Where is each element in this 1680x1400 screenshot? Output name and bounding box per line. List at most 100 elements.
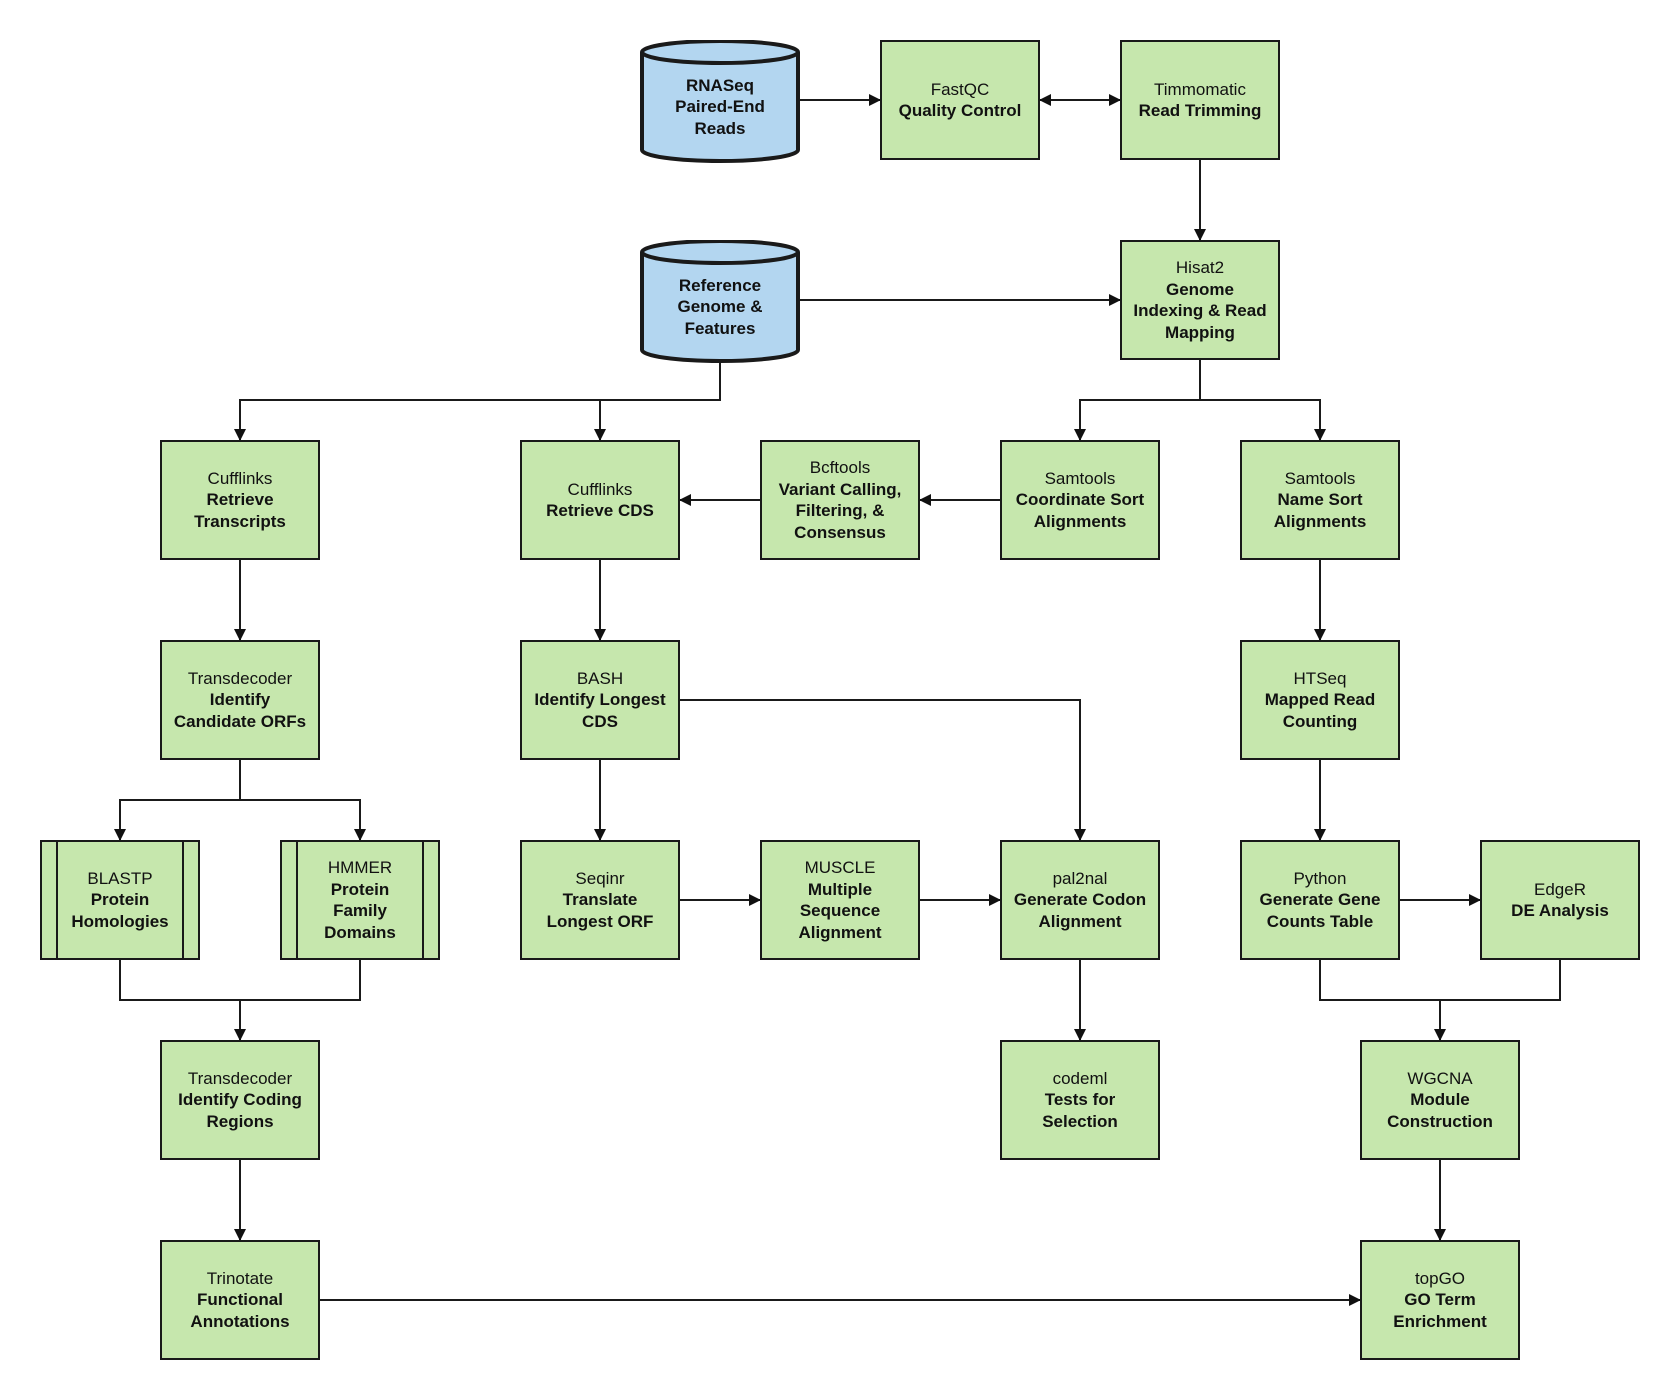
tool-name: FastQC [930,79,990,99]
task-description: Protein [90,890,150,910]
connector-blastp-to-transdecoder-coding [119,960,246,1041]
connector-transdecoder-orfs-to-hmmer [240,799,366,841]
seqinr-translate-node[interactable]: Seqinr Translate Longest ORF [520,840,680,960]
task-description: Annotations [190,1311,290,1331]
tool-name: Timmomatic [1154,79,1246,99]
task-description: Transcripts [194,511,286,531]
task-description: Name Sort [1277,490,1363,510]
task-description: Identify Longest [534,690,666,710]
task-description: Generate Gene [1259,890,1381,910]
task-description: Construction [1387,1111,1493,1131]
htseq-read-counting-node[interactable]: HTSeq Mapped Read Counting [1240,640,1400,760]
muscle-alignment-node[interactable]: MUSCLE Multiple Sequence Alignment [760,840,920,960]
cufflinks-retrieve-cds-node[interactable]: Cufflinks Retrieve CDS [520,440,680,560]
samtools-name-sort-node[interactable]: Samtools Name Sort Alignments [1240,440,1400,560]
codeml-selection-tests-node[interactable]: codeml Tests for Selection [1000,1040,1160,1160]
trinotate-functional-annotations-node[interactable]: Trinotate Functional Annotations [160,1240,320,1360]
trimmomatic-read-trimming-node[interactable]: Timmomatic Read Trimming [1120,40,1280,160]
database-label-line: RNASeq [685,75,754,95]
wgcna-module-construction-node[interactable]: WGCNA Module Construction [1360,1040,1520,1160]
tool-name: HMMER [327,858,393,877]
task-description: Domains [324,922,396,942]
tool-name: Cufflinks [567,479,633,499]
task-description: Translate [562,890,638,910]
task-description: Mapping [1165,322,1235,342]
task-description: Counting [1282,711,1358,731]
task-description: Variant Calling, [778,479,902,499]
tool-name: Seqinr [575,868,625,888]
tool-name: MUSCLE [804,858,876,877]
database-label-line: Reads [694,118,746,138]
transdecoder-candidate-orfs-node[interactable]: Transdecoder Identify Candidate ORFs [160,640,320,760]
task-description: Longest ORF [546,911,654,931]
samtools-coordinate-sort-node[interactable]: Samtools Coordinate Sort Alignments [1000,440,1160,560]
bcftools-variant-calling-node[interactable]: Bcftools Variant Calling, Filtering, & Cons… [760,440,920,560]
tool-name: Hisat2 [1175,258,1225,277]
tool-name: Bcftools [809,458,871,477]
task-description: Family [333,901,387,920]
task-description: Indexing & Read [1133,301,1267,320]
task-description: Retrieve [206,490,274,510]
rnaseq-reads-database[interactable]: RNASeq Paired-End Reads [640,40,800,164]
connector-hisat2-to-samtools-coord [1074,360,1201,441]
tool-name: BLASTP [87,868,153,888]
database-label: Reference Genome & Features [677,265,762,340]
task-description: Functional [197,1290,283,1310]
hisat2-mapping-node[interactable]: Hisat2 Genome Indexing & Read Mapping [1120,240,1280,360]
database-label-line: Reference [678,275,762,295]
task-description: Multiple [807,879,873,899]
transdecoder-coding-regions-node[interactable]: Transdecoder Identify Coding Regions [160,1040,320,1160]
pal2nal-codon-alignment-node[interactable]: pal2nal Generate Codon Alignment [1000,840,1160,960]
task-description: CDS [582,711,618,731]
tool-name: pal2nal [1052,868,1108,888]
task-description: Regions [206,1111,274,1131]
connector-bash-to-pal2nal [680,699,1086,841]
topgo-go-enrichment-node[interactable]: topGO GO Term Enrichment [1360,1240,1520,1360]
cufflinks-retrieve-transcripts-node[interactable]: Cufflinks Retrieve Transcripts [160,440,320,560]
connector-hisat2-to-samtools-name [1200,399,1326,441]
tool-name: WGCNA [1407,1068,1473,1088]
edger-de-analysis-node[interactable]: EdgeR DE Analysis [1480,840,1640,960]
database-label-line: Features [684,318,756,338]
task-description: Coordinate Sort [1015,490,1145,510]
task-description: Alignments [1273,511,1367,531]
database-label: RNASeq Paired-End Reads [675,65,765,140]
task-description: Module [1410,1090,1470,1110]
connector-edger-to-wgcna [1440,960,1561,1001]
connector-transdecoder-orfs-to-blastp [114,760,241,841]
connector-reference-to-cufflinks-transcripts [234,362,721,441]
task-description: Retrieve CDS [546,501,654,520]
task-description: Alignment [798,922,882,942]
hmmer-protein-domains-node[interactable]: HMMER Protein Family Domains [280,840,440,960]
reference-genome-database[interactable]: Reference Genome & Features [640,240,800,364]
tool-name: Python [1293,868,1347,888]
task-description: Mapped Read [1264,690,1376,710]
python-gene-counts-node[interactable]: Python Generate Gene Counts Table [1240,840,1400,960]
database-label-line: Genome & [677,297,763,317]
task-description: Filtering, & [795,501,885,520]
task-description: Quality Control [898,101,1022,120]
task-description: Counts Table [1266,911,1374,931]
task-description: Genome [1165,279,1235,299]
fastqc-quality-control-node[interactable]: FastQC Quality Control [880,40,1040,160]
database-label-line: Paired-End [675,97,765,117]
task-description: Enrichment [1393,1311,1487,1331]
task-description: Protein [330,879,390,899]
task-description: Identify Coding [178,1090,302,1110]
task-description: Identify [209,690,271,710]
connector-hmmer-to-transdecoder-coding [240,960,361,1001]
tool-name: Trinotate [206,1268,274,1288]
task-description: Candidate ORFs [173,711,307,731]
task-description: Sequence [799,901,881,920]
tool-name: Cufflinks [207,468,273,488]
tool-name: codeml [1052,1068,1108,1088]
tool-name: Transdecoder [187,668,293,688]
bash-longest-cds-node[interactable]: BASH Identify Longest CDS [520,640,680,760]
task-description: Consensus [794,522,886,542]
tool-name: HTSeq [1293,668,1347,688]
blastp-protein-homologies-node[interactable]: BLASTP Protein Homologies [40,840,200,960]
task-description: Read Trimming [1138,101,1262,120]
task-description: Homologies [71,911,169,931]
tool-name: Transdecoder [187,1068,293,1088]
task-description: GO Term [1404,1290,1476,1310]
